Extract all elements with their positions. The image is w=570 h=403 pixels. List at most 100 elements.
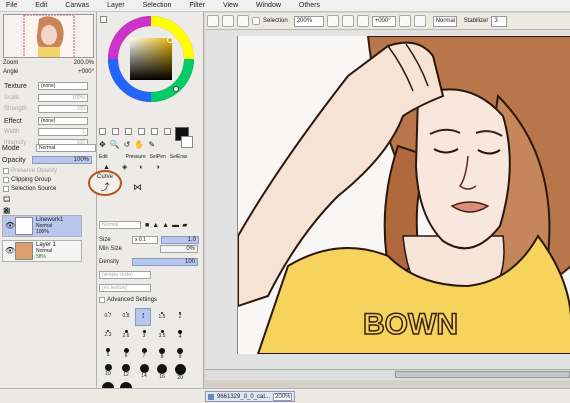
select-all-button[interactable] [207, 15, 219, 27]
zoom-tool-button[interactable] [151, 128, 158, 135]
brush-size-swatch[interactable]: 2.3 [101, 330, 115, 338]
tip-triangle-icon[interactable]: ▲ [152, 222, 159, 229]
tab-edit[interactable]: Edit [99, 154, 108, 160]
brush-size-swatch[interactable]: 2 [173, 312, 187, 320]
delete-layer-icon[interactable]: ✕ [3, 206, 10, 215]
hand-tool-button[interactable] [164, 128, 171, 135]
brush-size-swatch[interactable]: 5 [101, 348, 115, 358]
menu-file[interactable]: File [6, 2, 17, 9]
zoom-in-button[interactable] [341, 15, 354, 27]
tab-pressure[interactable]: Pressure [126, 154, 146, 160]
brush-texture-select[interactable]: (no texture) [99, 284, 151, 292]
selpen-icon[interactable]: ◐ [139, 164, 143, 171]
brush-size-swatch-selected[interactable]: 1 [135, 308, 151, 326]
brush-size-swatch[interactable]: 14 [137, 364, 151, 379]
brush-size-swatch[interactable]: 12 [119, 364, 133, 378]
seleras-icon[interactable]: ◑ [156, 164, 160, 171]
curve-tool-button[interactable]: Curve ⤴ [88, 170, 122, 196]
layer-item-linework1[interactable]: 👁 Linework1 Normal 100% [2, 215, 82, 237]
rotate-icon[interactable]: ↺ [124, 140, 131, 149]
brush-size-swatch[interactable]: 1.5 [155, 312, 169, 320]
density-slider[interactable]: 100 [132, 258, 198, 266]
brush-size-swatch[interactable]: 3.5 [155, 330, 169, 339]
menu-window[interactable]: Window [256, 2, 281, 9]
secondary-color-swatch[interactable] [181, 136, 193, 148]
navigator-thumbnail[interactable] [3, 14, 94, 58]
tip-flat-icon[interactable]: ▬ [172, 222, 179, 229]
brush-size-swatch[interactable]: 7 [137, 348, 151, 359]
menu-canvas[interactable]: Canvas [65, 2, 89, 9]
eyedropper-icon[interactable]: ✎ [148, 140, 155, 149]
brush-size-swatch[interactable]: 4 [173, 330, 187, 340]
tip-triangle-icon[interactable]: ▲ [162, 222, 169, 229]
tab-seleras[interactable]: SelEras [170, 154, 188, 160]
mode-select[interactable]: Normal [36, 144, 96, 152]
move-icon[interactable]: ✥ [99, 140, 106, 149]
zoom-select[interactable]: 200% [293, 15, 324, 27]
brush-size-swatch[interactable]: 20 [173, 364, 187, 381]
tab-selpen[interactable]: SelPen [150, 154, 166, 160]
menu-layer[interactable]: Layer [107, 2, 125, 9]
zoom-value[interactable]: 200.0% [74, 60, 94, 66]
zoom-icon[interactable]: 🔍 [110, 140, 120, 149]
menu-selection[interactable]: Selection [143, 2, 172, 9]
texture-scale-field[interactable]: 100% [38, 94, 88, 102]
horizontal-scroll-thumb[interactable] [395, 371, 570, 378]
tip-wide-icon[interactable]: ▰ [182, 221, 187, 229]
brush-shape-select[interactable]: (simple circle) [99, 271, 151, 279]
brush-size-swatch[interactable]: 0.8 [119, 312, 133, 319]
blend-select[interactable]: Normal [432, 15, 457, 27]
brush-size-swatch[interactable]: 3 [137, 330, 151, 339]
clipping-group-checkbox[interactable] [3, 177, 9, 183]
texture-strength-field[interactable]: 100 [38, 105, 88, 113]
move-tool-button[interactable] [138, 128, 145, 135]
layer-item-layer1[interactable]: 👁 Layer 1 Normal 58% [2, 240, 82, 262]
menu-filter[interactable]: Filter [189, 2, 205, 9]
rotation-select[interactable]: +000° [371, 15, 396, 27]
size-multiplier-select[interactable]: x 0.1 [132, 236, 158, 244]
color-wheel[interactable] [106, 14, 196, 104]
anchor-node-icon[interactable]: ⋈ [133, 182, 142, 193]
effect-width-field[interactable]: 1 [38, 128, 88, 136]
advanced-settings-checkbox[interactable] [99, 297, 105, 303]
brush-size-swatch[interactable]: 0.7 [101, 312, 115, 319]
eraser-icon[interactable]: ◈ [122, 163, 127, 171]
canvas-area[interactable]: BOWN [205, 30, 570, 380]
brush-blend-select[interactable]: Normal [99, 221, 141, 229]
color-wheel-tab[interactable] [100, 16, 107, 23]
size-slider[interactable]: 1.0 [161, 236, 199, 244]
lasso-tool-button[interactable] [112, 128, 119, 135]
rotate-right-button[interactable] [398, 15, 411, 27]
rotate-left-button[interactable] [356, 15, 369, 27]
deselect-button[interactable] [222, 15, 234, 27]
brush-size-swatch[interactable]: 9 [173, 348, 187, 360]
document-tab[interactable]: 9661329_0_0_cat... 200% [205, 391, 295, 402]
visibility-eye-icon[interactable]: 👁 [5, 246, 15, 255]
opacity-slider[interactable]: 100% [32, 156, 92, 164]
visibility-eye-icon[interactable]: 👁 [5, 221, 15, 230]
angle-value[interactable]: +000° [78, 69, 94, 75]
preserve-opacity-checkbox[interactable] [3, 168, 9, 174]
effect-select[interactable]: (none) [38, 117, 88, 125]
selection-tool-button[interactable] [99, 128, 106, 135]
selection-visibility-checkbox[interactable] [252, 17, 260, 25]
menu-view[interactable]: View [223, 2, 238, 9]
menu-others[interactable]: Others [299, 2, 320, 9]
flip-horizontal-button[interactable] [413, 15, 426, 27]
selection-source-checkbox[interactable] [3, 186, 9, 192]
hand-icon[interactable]: ✋ [134, 140, 144, 149]
brush-size-swatch[interactable]: 8 [155, 348, 169, 360]
zoom-out-button[interactable] [326, 15, 339, 27]
new-folder-icon[interactable]: ▭ [3, 194, 11, 203]
texture-select[interactable]: (none) [38, 82, 88, 90]
tip-square-icon[interactable]: ■ [145, 222, 149, 229]
brush-size-swatch[interactable]: 6 [119, 348, 133, 359]
magic-wand-tool-button[interactable] [125, 128, 132, 135]
horizontal-scrollbar[interactable] [205, 369, 570, 379]
invert-selection-button[interactable] [237, 15, 249, 27]
brush-size-swatch[interactable]: 10 [101, 364, 115, 377]
brush-size-swatch[interactable]: 2.6 [119, 330, 133, 339]
menu-edit[interactable]: Edit [35, 2, 47, 9]
stabilizer-select[interactable]: 3 [491, 15, 508, 27]
vertical-scrollbar[interactable] [205, 36, 237, 354]
